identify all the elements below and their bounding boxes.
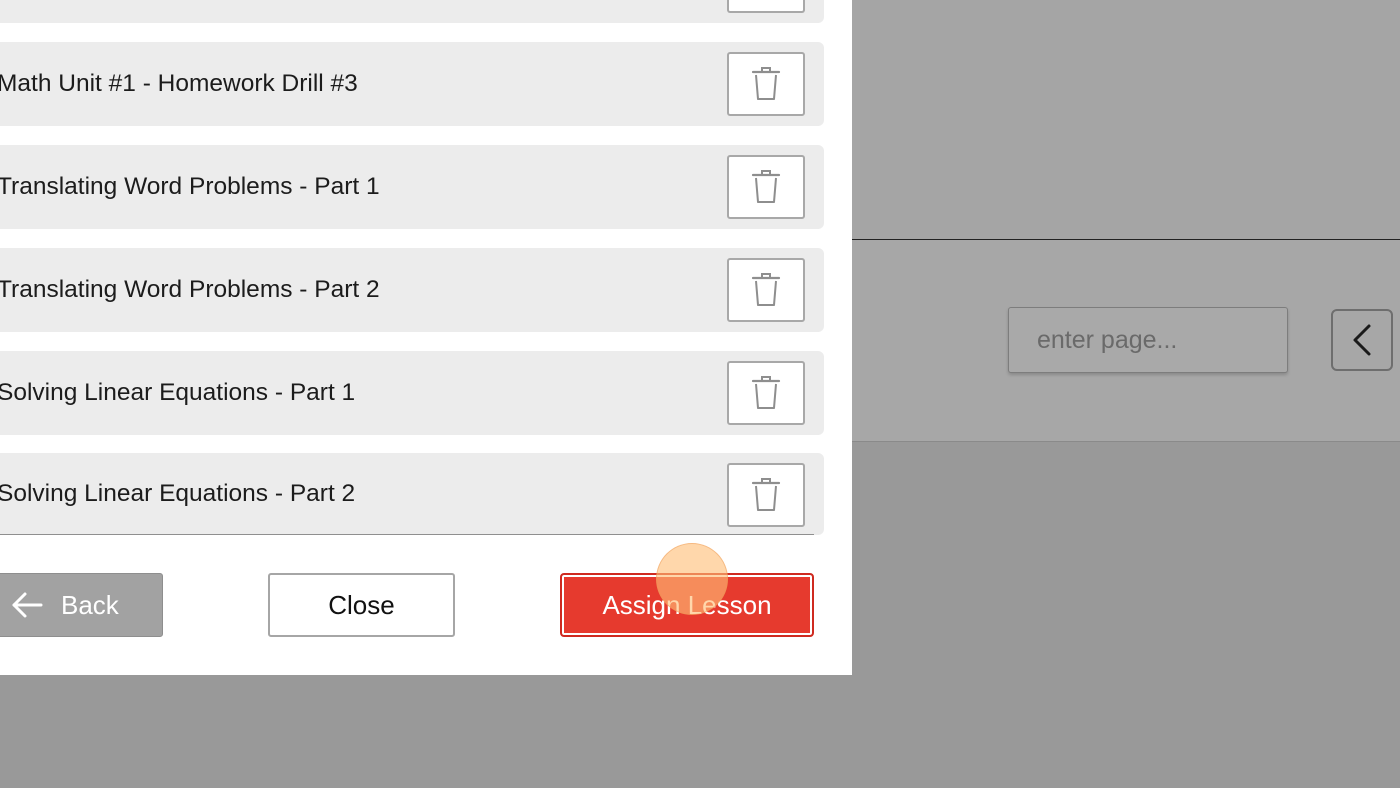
delete-lesson-button[interactable] <box>727 258 805 322</box>
assign-lesson-button-label: Assign Lesson <box>602 589 772 620</box>
delete-lesson-button[interactable] <box>727 463 805 527</box>
chevron-left-icon <box>1353 324 1371 356</box>
delete-lesson-button[interactable] <box>727 0 805 13</box>
delete-lesson-button[interactable] <box>727 155 805 219</box>
lesson-row: Translating Word Problems - Part 1 <box>0 145 824 229</box>
back-button[interactable]: Back <box>0 573 163 637</box>
trash-icon <box>751 67 781 100</box>
close-button[interactable]: Close <box>268 573 455 637</box>
delete-lesson-button[interactable] <box>727 361 805 425</box>
trash-icon <box>751 273 781 306</box>
trash-icon <box>751 170 781 203</box>
back-button-label: Back <box>61 589 119 620</box>
lesson-row: Solving Linear Equations - Part 2 <box>0 453 824 535</box>
lesson-row: Translating Word Problems - Part 2 <box>0 248 824 332</box>
lesson-title: Solving Linear Equations - Part 1 <box>0 379 356 406</box>
delete-lesson-button[interactable] <box>727 52 805 116</box>
lesson-row: Solving Linear Equations - Part 1 <box>0 351 824 435</box>
lesson-row: Math Unit #1 - Homework Drill #3 <box>0 42 824 126</box>
lesson-title: Translating Word Problems - Part 2 <box>0 276 380 303</box>
arrow-left-icon <box>11 591 43 619</box>
lesson-row <box>0 0 824 23</box>
close-button-label: Close <box>328 589 395 620</box>
page-number-input[interactable] <box>1008 307 1288 373</box>
trash-icon <box>751 376 781 409</box>
previous-page-button[interactable] <box>1331 309 1393 371</box>
assign-lesson-modal: Math Unit #1 - Homework Drill #3 Transla… <box>0 0 852 675</box>
assign-lesson-button[interactable]: Assign Lesson <box>560 573 814 637</box>
lesson-title: Translating Word Problems - Part 1 <box>0 173 380 200</box>
trash-icon <box>751 478 781 511</box>
list-divider <box>0 534 814 535</box>
lesson-title: Solving Linear Equations - Part 2 <box>0 480 356 507</box>
background-panel <box>852 0 1400 240</box>
lesson-title: Math Unit #1 - Homework Drill #3 <box>0 70 358 97</box>
